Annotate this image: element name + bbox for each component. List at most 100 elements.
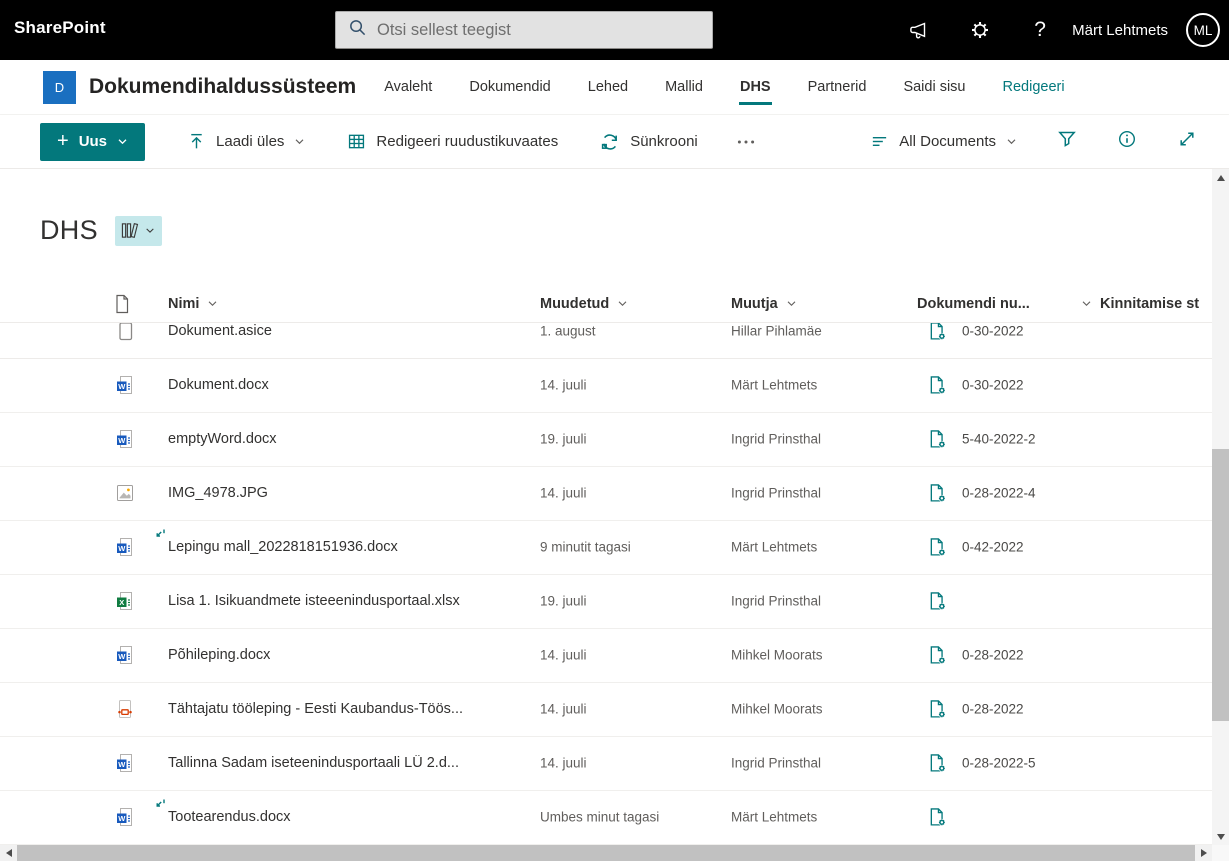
- document-number-icon: [928, 808, 947, 827]
- nav-item-partnerid[interactable]: Partnerid: [808, 79, 867, 95]
- megaphone-icon[interactable]: [890, 0, 950, 60]
- view-selector[interactable]: All Documents: [870, 132, 1017, 151]
- document-number: 0-28-2022: [962, 701, 1024, 717]
- modified-date: 14. juuli: [540, 377, 587, 393]
- upload-button[interactable]: Laadi üles: [187, 132, 305, 151]
- scroll-down-arrow-icon[interactable]: [1212, 828, 1229, 845]
- table-header: Nimi Muudetud Muutja Dokumendi nu... Kin…: [0, 285, 1212, 322]
- table-row[interactable]: W X: [0, 467, 1212, 521]
- nav-item-mallid[interactable]: Mallid: [665, 79, 703, 95]
- nav-item-dhs[interactable]: DHS: [738, 79, 772, 105]
- grid-edit-button[interactable]: Redigeeri ruudustikuvaates: [347, 132, 558, 151]
- site-logo[interactable]: D: [43, 70, 76, 104]
- filter-button[interactable]: [1057, 129, 1077, 154]
- fullscreen-button[interactable]: [1177, 129, 1197, 154]
- modified-by[interactable]: Ingrid Prinsthal: [731, 594, 821, 609]
- chevron-down-icon: [118, 139, 127, 145]
- modified-by[interactable]: Märt Lehtmets: [731, 540, 817, 555]
- new-button[interactable]: + Uus: [40, 122, 146, 161]
- document-number-icon: [928, 646, 947, 665]
- table-row[interactable]: W X: [0, 683, 1212, 737]
- file-name[interactable]: Dokument.docx: [168, 377, 269, 393]
- library-type-badge[interactable]: [114, 215, 162, 246]
- user-name[interactable]: Märt Lehtmets: [1072, 22, 1168, 39]
- file-type-icon: W X: [114, 429, 136, 449]
- file-name[interactable]: Tootearendus.docx: [168, 809, 291, 825]
- column-header-approval[interactable]: Kinnitamise st: [1100, 296, 1212, 312]
- table-body: W X: [0, 322, 1212, 845]
- modified-by[interactable]: Ingrid Prinsthal: [731, 756, 821, 771]
- file-name[interactable]: Põhileping.docx: [168, 647, 270, 663]
- sharepoint-app: SharePoint Otsi sellest teegist ? Märt L…: [0, 0, 1229, 861]
- modified-by[interactable]: Märt Lehtmets: [731, 378, 817, 393]
- help-icon[interactable]: ?: [1010, 0, 1070, 60]
- site-nav: Avaleht Dokumendid Lehed Mallid DHS Part…: [384, 79, 1065, 105]
- table-row[interactable]: W X: [0, 521, 1212, 575]
- more-actions-button[interactable]: [736, 132, 756, 152]
- nav-item-saidi-sisu[interactable]: Saidi sisu: [903, 79, 965, 95]
- table-row[interactable]: W X: [0, 629, 1212, 683]
- file-type-icon: W X: [114, 645, 136, 665]
- file-name[interactable]: Lisa 1. Isikuandmete isteeenindusportaal…: [168, 593, 460, 609]
- sharepoint-logo[interactable]: SharePoint: [14, 18, 106, 38]
- horizontal-scrollbar-thumb[interactable]: [17, 845, 1195, 861]
- file-type-icon: W X: [114, 699, 136, 719]
- modified-by[interactable]: Mihkel Moorats: [731, 648, 823, 663]
- modified-by[interactable]: Ingrid Prinsthal: [731, 486, 821, 501]
- file-name[interactable]: Dokument.asice: [168, 323, 272, 339]
- file-name[interactable]: IMG_4978.JPG: [168, 485, 268, 501]
- file-type-icon: W X: [114, 323, 136, 341]
- table-row[interactable]: W X: [0, 359, 1212, 413]
- table-row[interactable]: W X: [0, 413, 1212, 467]
- column-header-modified-by[interactable]: Muutja: [731, 296, 797, 312]
- table-row[interactable]: W X: [0, 737, 1212, 791]
- search-box[interactable]: [335, 11, 713, 49]
- document-number: 5-40-2022-2: [962, 431, 1036, 447]
- column-header-modified[interactable]: Muudetud: [540, 296, 628, 312]
- vertical-scrollbar-thumb[interactable]: [1212, 449, 1229, 721]
- svg-text:W: W: [118, 760, 126, 769]
- settings-gear-icon[interactable]: [950, 0, 1010, 60]
- table-row[interactable]: W X: [0, 323, 1212, 359]
- modified-by[interactable]: Märt Lehtmets: [731, 810, 817, 825]
- scroll-right-arrow-icon[interactable]: [1195, 845, 1212, 861]
- document-number-icon: [928, 484, 947, 503]
- chevron-down-icon: [295, 139, 304, 145]
- info-button[interactable]: [1117, 129, 1137, 154]
- document-number: 0-28-2022-5: [962, 755, 1036, 771]
- horizontal-scrollbar[interactable]: [0, 845, 1212, 861]
- svg-text:W: W: [118, 814, 126, 823]
- nav-item-lehed[interactable]: Lehed: [588, 79, 628, 95]
- site-title[interactable]: Dokumendihaldussüsteem: [89, 75, 356, 99]
- document-number-icon: [928, 592, 947, 611]
- file-name[interactable]: Tähtajatu tööleping - Eesti Kaubandus-Tö…: [168, 701, 463, 717]
- column-header-name[interactable]: Nimi: [168, 296, 218, 312]
- modified-date: 9 minutit tagasi: [540, 539, 631, 555]
- scroll-up-arrow-icon[interactable]: [1212, 169, 1229, 186]
- scroll-left-arrow-icon[interactable]: [0, 845, 17, 861]
- file-type-icon: W X: [114, 753, 136, 773]
- file-name[interactable]: Tallinna Sadam iseteenindusportaali LÜ 2…: [168, 755, 459, 771]
- chevron-down-icon: [1082, 301, 1091, 307]
- table-row[interactable]: W X: [0, 791, 1212, 845]
- search-input[interactable]: [377, 20, 700, 40]
- column-header-doc-number[interactable]: Dokumendi nu...: [917, 296, 1092, 312]
- nav-item-avaleht[interactable]: Avaleht: [384, 79, 432, 95]
- table-row[interactable]: W X: [0, 575, 1212, 629]
- nav-item-redigeeri[interactable]: Redigeeri: [1003, 79, 1065, 95]
- page-icon: [116, 294, 129, 313]
- sync-button[interactable]: Sünkrooni: [600, 132, 698, 152]
- user-avatar[interactable]: ML: [1186, 13, 1220, 47]
- nav-item-dokumendid[interactable]: Dokumendid: [469, 79, 550, 95]
- file-name[interactable]: emptyWord.docx: [168, 431, 277, 447]
- document-number: 0-28-2022-4: [962, 485, 1036, 501]
- modified-by[interactable]: Ingrid Prinsthal: [731, 432, 821, 447]
- modified-by[interactable]: Mihkel Moorats: [731, 702, 823, 717]
- vertical-scrollbar[interactable]: [1212, 169, 1229, 845]
- chevron-down-icon: [146, 228, 155, 233]
- svg-text:W: W: [118, 382, 126, 391]
- svg-text:W: W: [118, 436, 126, 445]
- file-column-icon[interactable]: [112, 294, 132, 314]
- file-name[interactable]: Lepingu mall_2022818151936.docx: [168, 539, 398, 555]
- modified-by[interactable]: Hillar Pihlamäe: [731, 324, 822, 339]
